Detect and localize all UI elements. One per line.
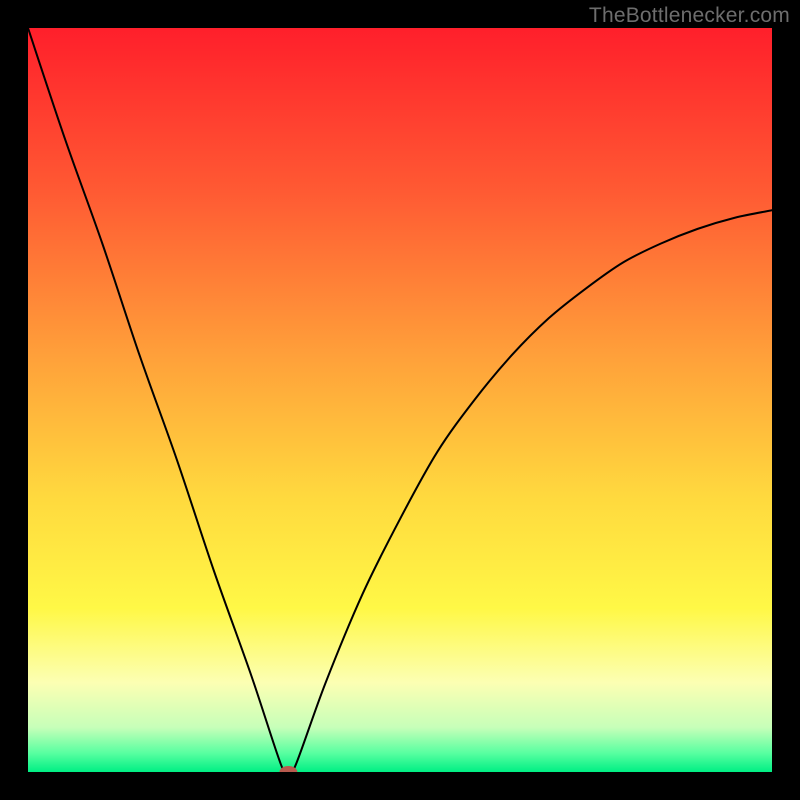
chart-frame: TheBottlenecker.com [0, 0, 800, 800]
plot-area [28, 28, 772, 772]
gradient-background [28, 28, 772, 772]
watermark-text: TheBottlenecker.com [589, 4, 790, 28]
chart-svg [28, 28, 772, 772]
